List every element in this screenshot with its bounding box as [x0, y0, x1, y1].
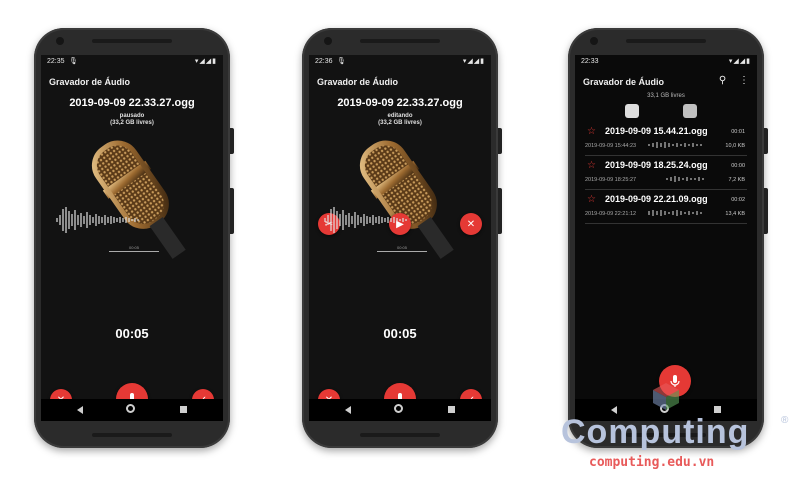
internal-storage-icon[interactable]	[625, 104, 639, 118]
recording-name: 2019-09-09 18.25.24.ogg	[605, 160, 708, 170]
free-space: 33,1 GB livres	[647, 93, 685, 99]
list-item[interactable]: ☆ 2019-09-09 18.25.24.ogg 00:00 2019-09-…	[585, 159, 747, 190]
back-icon[interactable]	[77, 406, 83, 414]
power-button	[498, 128, 502, 154]
watermark-url: computing.edu.vn	[589, 455, 715, 470]
system-status-icons: ▾◢◢▮	[728, 58, 751, 65]
watermark-logo-text: Computing	[561, 413, 750, 451]
home-icon[interactable]	[126, 404, 135, 413]
file-name: 2019-09-09 22.33.27.ogg	[69, 97, 195, 109]
state-label: pausado	[119, 113, 145, 119]
back-icon[interactable]	[345, 406, 351, 414]
front-camera	[324, 37, 332, 45]
status-bar: 22:33 ▾◢◢▮	[575, 55, 757, 68]
mini-waveform	[648, 210, 702, 216]
bottom-speaker	[92, 433, 172, 437]
recording-name: 2019-09-09 15.44.21.ogg	[605, 126, 708, 136]
recording-date: 2019-09-09 15:44:23	[585, 143, 637, 149]
file-name: 2019-09-09 22.33.27.ogg	[337, 97, 463, 109]
status-time: 22:35	[47, 58, 65, 65]
timeline-track[interactable]	[109, 251, 159, 252]
mini-waveform	[666, 176, 704, 182]
watermark: Computing ® computing.edu.vn	[555, 383, 795, 477]
recording-name: 2019-09-09 22.21.09.ogg	[605, 194, 708, 204]
navigation-bar	[41, 399, 223, 421]
screen: 22:36 🎙 ▾◢◢▮ Gravador de Áudio 2019-09-0…	[309, 55, 491, 421]
timeline-label: 00:05	[397, 245, 408, 250]
free-space-label: (33,2 GB livres)	[110, 120, 154, 126]
recording-state: pausado (33,2 GB livres)	[41, 113, 223, 127]
status-time: 22:33	[581, 58, 599, 65]
watermark-cube-logo	[653, 383, 679, 410]
app-title: Gravador de Áudio	[317, 77, 399, 87]
status-time: 22:36	[315, 58, 333, 65]
screen: 22:33 ▾◢◢▮ Gravador de Áudio ⚲ ⋮ 33,1 GB…	[575, 55, 757, 421]
search-icon[interactable]: ⚲	[719, 75, 726, 86]
list-item[interactable]: ☆ 2019-09-09 22.21.09.ogg 00:02 2019-09-…	[585, 193, 747, 224]
elapsed-timer: 00:05	[115, 326, 149, 341]
volume-button	[498, 188, 502, 234]
earpiece	[360, 39, 440, 43]
bottom-speaker	[360, 433, 440, 437]
recording-state: editando (33,2 GB livres)	[309, 113, 491, 127]
front-camera	[590, 37, 598, 45]
earpiece	[92, 39, 172, 43]
cancel-edit-button[interactable]: ✕	[460, 213, 482, 235]
app-title: Gravador de Áudio	[49, 77, 131, 87]
star-icon[interactable]: ☆	[587, 194, 596, 205]
phone-recording-editing: 22:36 🎙 ▾◢◢▮ Gravador de Áudio 2019-09-0…	[302, 28, 502, 448]
recording-size: 13,4 KB	[725, 211, 745, 217]
recording-size: 10,0 KB	[725, 143, 745, 149]
state-label: editando	[387, 113, 413, 119]
phone-recording-paused: 22:35 🎙 ▾◢◢▮ Gravador de Áudio 2019-09-0…	[34, 28, 234, 448]
mic-status-icon: 🎙	[69, 58, 78, 65]
timeline-track[interactable]	[377, 251, 427, 252]
star-icon[interactable]: ☆	[587, 126, 596, 137]
home-icon[interactable]	[394, 404, 403, 413]
recording-duration: 00:02	[731, 197, 745, 203]
volume-button	[764, 188, 768, 234]
recording-duration: 00:00	[731, 163, 745, 169]
earpiece	[626, 39, 706, 43]
system-status-icons: ▾◢◢▮	[194, 58, 217, 65]
audio-waveform	[324, 207, 407, 233]
screen: 22:35 🎙 ▾◢◢▮ Gravador de Áudio 2019-09-0…	[41, 55, 223, 421]
system-status-icons: ▾◢◢▮	[462, 58, 485, 65]
registered-mark: ®	[781, 415, 789, 426]
timeline-label: 00:05	[129, 245, 140, 250]
recording-date: 2019-09-09 22:21:12	[585, 211, 637, 217]
power-button	[764, 128, 768, 154]
external-storage-icon[interactable]	[683, 104, 697, 118]
status-bar: 22:36 🎙 ▾◢◢▮	[309, 55, 491, 68]
navigation-bar	[309, 399, 491, 421]
recents-icon[interactable]	[448, 406, 455, 413]
recording-duration: 00:01	[731, 129, 745, 135]
list-item[interactable]: ☆ 2019-09-09 15.44.21.ogg 00:01 2019-09-…	[585, 125, 747, 156]
mic-status-icon: 🎙	[337, 58, 346, 65]
recents-icon[interactable]	[180, 406, 187, 413]
volume-button	[230, 188, 234, 234]
storage-icons	[617, 104, 707, 124]
close-icon: ✕	[466, 218, 476, 230]
recording-date: 2019-09-09 18:25:27	[585, 177, 637, 183]
toolbar-actions: ⚲ ⋮	[709, 75, 749, 86]
power-button	[230, 128, 234, 154]
front-camera	[56, 37, 64, 45]
recents-icon[interactable]	[714, 406, 721, 413]
app-title: Gravador de Áudio	[583, 77, 665, 87]
free-space-label: (33,2 GB livres)	[378, 120, 422, 126]
star-icon[interactable]: ☆	[587, 160, 596, 171]
mini-waveform	[648, 142, 702, 148]
status-bar: 22:35 🎙 ▾◢◢▮	[41, 55, 223, 68]
recording-size: 7,2 KB	[728, 177, 745, 183]
audio-waveform	[56, 207, 139, 233]
more-options-icon[interactable]: ⋮	[739, 75, 749, 86]
elapsed-timer: 00:05	[383, 326, 417, 341]
